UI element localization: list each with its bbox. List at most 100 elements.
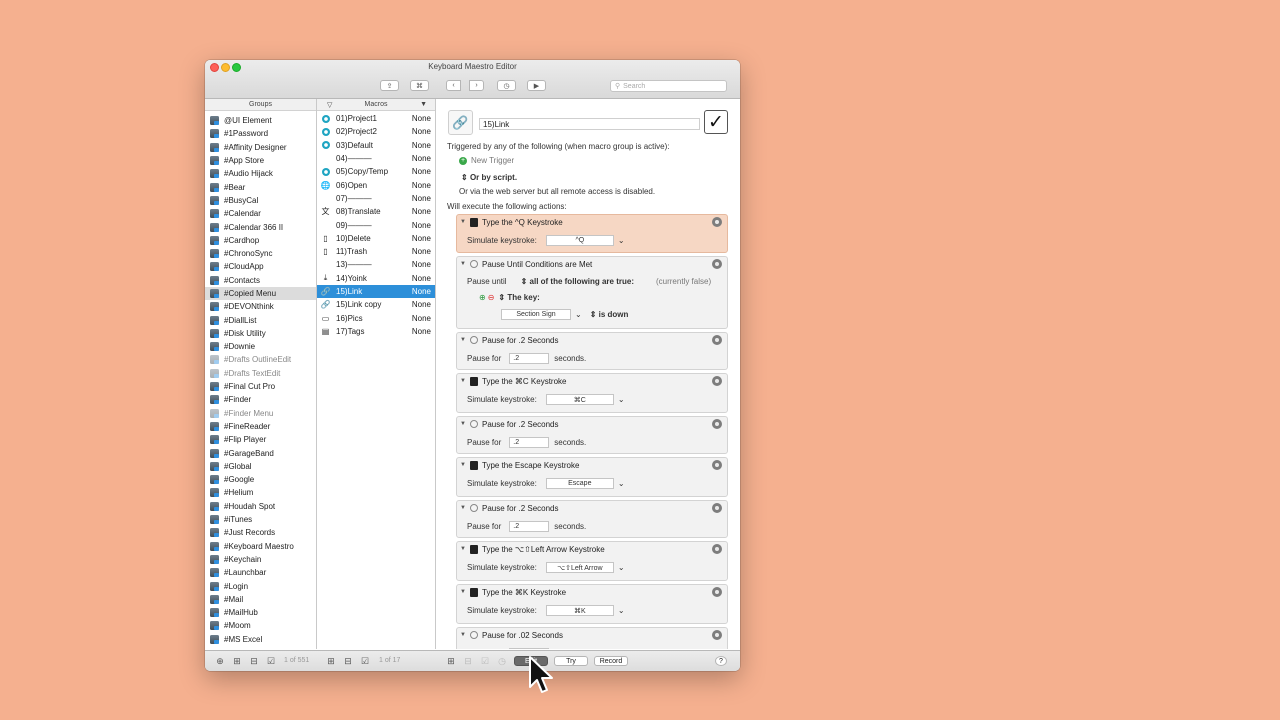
new-trigger-button[interactable]: + New Trigger xyxy=(459,156,514,165)
add-condition-icon[interactable]: ⊕ xyxy=(479,293,486,302)
add-group-button[interactable]: ⊞ xyxy=(232,656,242,666)
condition-popup[interactable]: ⇕ all of the following are true: xyxy=(521,277,634,286)
macro-row[interactable]: 🔗 15)Link copy None xyxy=(317,298,435,311)
macro-row[interactable]: ▭ 16)Pics None xyxy=(317,311,435,324)
keystroke-field[interactable]: Escape xyxy=(545,478,614,489)
group-row[interactable]: #Launchbar xyxy=(205,566,316,579)
gear-icon[interactable] xyxy=(712,630,722,640)
group-row[interactable]: #Keychain xyxy=(205,553,316,566)
disclosure-triangle-icon[interactable]: ▼ xyxy=(460,378,466,384)
group-row[interactable]: #Keyboard Maestro xyxy=(205,540,316,553)
enable-action-button[interactable]: ☑ xyxy=(480,656,490,666)
macro-row[interactable]: 07)——— None xyxy=(317,192,435,205)
macro-row[interactable]: 02)Project2 None xyxy=(317,125,435,138)
try-button[interactable]: Try xyxy=(554,656,588,666)
gear-icon[interactable] xyxy=(712,419,722,429)
action-block[interactable]: ▼ Type the Escape Keystroke Simulate keyst… xyxy=(456,457,728,497)
key-state-popup[interactable]: ⇕ is down xyxy=(590,310,629,319)
group-row[interactable]: #Google xyxy=(205,473,316,486)
keystroke-field[interactable]: ^Q xyxy=(545,235,614,246)
pause-duration-field[interactable]: .02 xyxy=(509,648,550,649)
group-row[interactable]: #Disk Utility xyxy=(205,327,316,340)
group-row[interactable]: #Drafts TextEdit xyxy=(205,367,316,380)
sort-icon[interactable]: ▼ xyxy=(420,101,427,108)
group-row[interactable]: #1Password xyxy=(205,127,316,140)
group-row[interactable]: #Final Cut Pro xyxy=(205,380,316,393)
disclosure-triangle-icon[interactable]: ▼ xyxy=(460,462,466,468)
gear-icon[interactable] xyxy=(712,217,722,227)
action-block[interactable]: ▼ Pause for .2 Seconds Pause for .2 seconds. xyxy=(456,332,728,370)
group-row[interactable]: #Bear xyxy=(205,180,316,193)
key-field[interactable]: Section Sign xyxy=(501,309,571,320)
help-button[interactable]: ? xyxy=(715,656,727,666)
action-block[interactable]: ▼ Type the ⌘K Keystroke Simulate keystroke… xyxy=(456,584,728,624)
group-row[interactable]: #MailHub xyxy=(205,606,316,619)
remove-group-button[interactable]: ⊟ xyxy=(249,656,259,666)
group-row[interactable]: #Calendar 366 II xyxy=(205,220,316,233)
macro-name-field[interactable]: 15)Link xyxy=(479,118,700,130)
group-row[interactable]: #App Store xyxy=(205,154,316,167)
group-row[interactable]: #DEVONthink xyxy=(205,300,316,313)
chevron-down-icon[interactable]: ⌄ xyxy=(618,236,625,245)
group-row[interactable]: #Contacts xyxy=(205,274,316,287)
key-condition-popup[interactable]: ⇕ The key: xyxy=(498,293,539,302)
action-clock-icon[interactable]: ◷ xyxy=(497,656,507,666)
pause-duration-field[interactable]: .2 xyxy=(509,521,550,532)
chevron-down-icon[interactable]: ⌄ xyxy=(618,606,625,615)
group-row[interactable]: #Cardhop xyxy=(205,234,316,247)
group-gear-icon[interactable]: ⊕ xyxy=(215,656,225,666)
action-block[interactable]: ▼ Type the ^Q Keystroke Simulate keystroke… xyxy=(456,214,728,253)
share-button[interactable]: ⇪ xyxy=(380,80,399,91)
keystroke-field[interactable]: ⌘K xyxy=(545,605,614,616)
disclosure-triangle-icon[interactable]: ▼ xyxy=(460,505,466,511)
disclosure-triangle-icon[interactable]: ▼ xyxy=(460,219,466,225)
action-block[interactable]: ▼ Type the ⌘C Keystroke Simulate keystroke… xyxy=(456,373,728,413)
group-row[interactable]: #Affinity Designer xyxy=(205,141,316,154)
disclosure-triangle-icon[interactable]: ▼ xyxy=(460,589,466,595)
record-button[interactable]: Record xyxy=(594,656,628,666)
group-row[interactable]: #iTunes xyxy=(205,513,316,526)
group-row[interactable]: #Mail xyxy=(205,593,316,606)
gear-icon[interactable] xyxy=(712,376,722,386)
gear-icon[interactable] xyxy=(712,587,722,597)
macro-icon-well[interactable]: 🔗 xyxy=(448,110,473,135)
group-row[interactable]: #Login xyxy=(205,579,316,592)
group-row[interactable]: #Just Records xyxy=(205,526,316,539)
back-button[interactable]: ‹ xyxy=(446,80,461,91)
cmd-button[interactable]: ⌘ xyxy=(410,80,429,91)
add-macro-button[interactable]: ⊞ xyxy=(326,656,336,666)
macro-row[interactable]: 01)Project1 None xyxy=(317,112,435,125)
keystroke-field[interactable]: ⌘C xyxy=(545,394,614,405)
group-row[interactable]: #GarageBand xyxy=(205,446,316,459)
group-row[interactable]: #ChronoSync xyxy=(205,247,316,260)
gear-icon[interactable] xyxy=(712,460,722,470)
gear-icon[interactable] xyxy=(712,259,722,269)
action-block[interactable]: ▼ Pause Until Conditions are Met Pause unt… xyxy=(456,256,728,329)
group-row[interactable]: #Drafts OutlineEdit xyxy=(205,353,316,366)
add-action-button[interactable]: ⊞ xyxy=(446,656,456,666)
group-row[interactable]: #Calendar xyxy=(205,207,316,220)
disclosure-triangle-icon[interactable]: ▼ xyxy=(460,337,466,343)
group-row[interactable]: @UI Element xyxy=(205,114,316,127)
macro-row[interactable]: ▯ 10)Delete None xyxy=(317,232,435,245)
macro-row[interactable]: ⤓ 14)Yoink None xyxy=(317,272,435,285)
enable-macro-button[interactable]: ☑ xyxy=(360,656,370,666)
group-row[interactable]: #Global xyxy=(205,460,316,473)
disclosure-triangle-icon[interactable]: ▼ xyxy=(460,261,466,267)
group-row[interactable]: #Houdah Spot xyxy=(205,500,316,513)
macro-row[interactable]: ▤ 17)Tags None xyxy=(317,325,435,338)
pause-duration-field[interactable]: .2 xyxy=(509,353,550,364)
chevron-down-icon[interactable]: ⌄ xyxy=(618,563,625,572)
macro-row[interactable]: 13)——— None xyxy=(317,258,435,271)
or-by-script-popup[interactable]: ⇕ Or by script. xyxy=(461,173,517,182)
macro-row[interactable]: ▯ 11)Trash None xyxy=(317,245,435,258)
group-row[interactable]: #FineReader xyxy=(205,420,316,433)
history-button[interactable]: ◷ xyxy=(497,80,516,91)
group-row[interactable]: #MS Excel xyxy=(205,633,316,646)
macro-row[interactable]: 🔗 15)Link None xyxy=(317,284,435,299)
pause-duration-field[interactable]: .2 xyxy=(509,437,550,448)
run-button[interactable]: ▶ xyxy=(527,80,546,91)
action-block[interactable]: ▼ Pause for .02 Seconds Pause for.02second… xyxy=(456,627,728,649)
group-row[interactable]: #CloudApp xyxy=(205,260,316,273)
action-block[interactable]: ▼ Type the ⌥⇧Left Arrow Keystroke Simulate… xyxy=(456,541,728,581)
